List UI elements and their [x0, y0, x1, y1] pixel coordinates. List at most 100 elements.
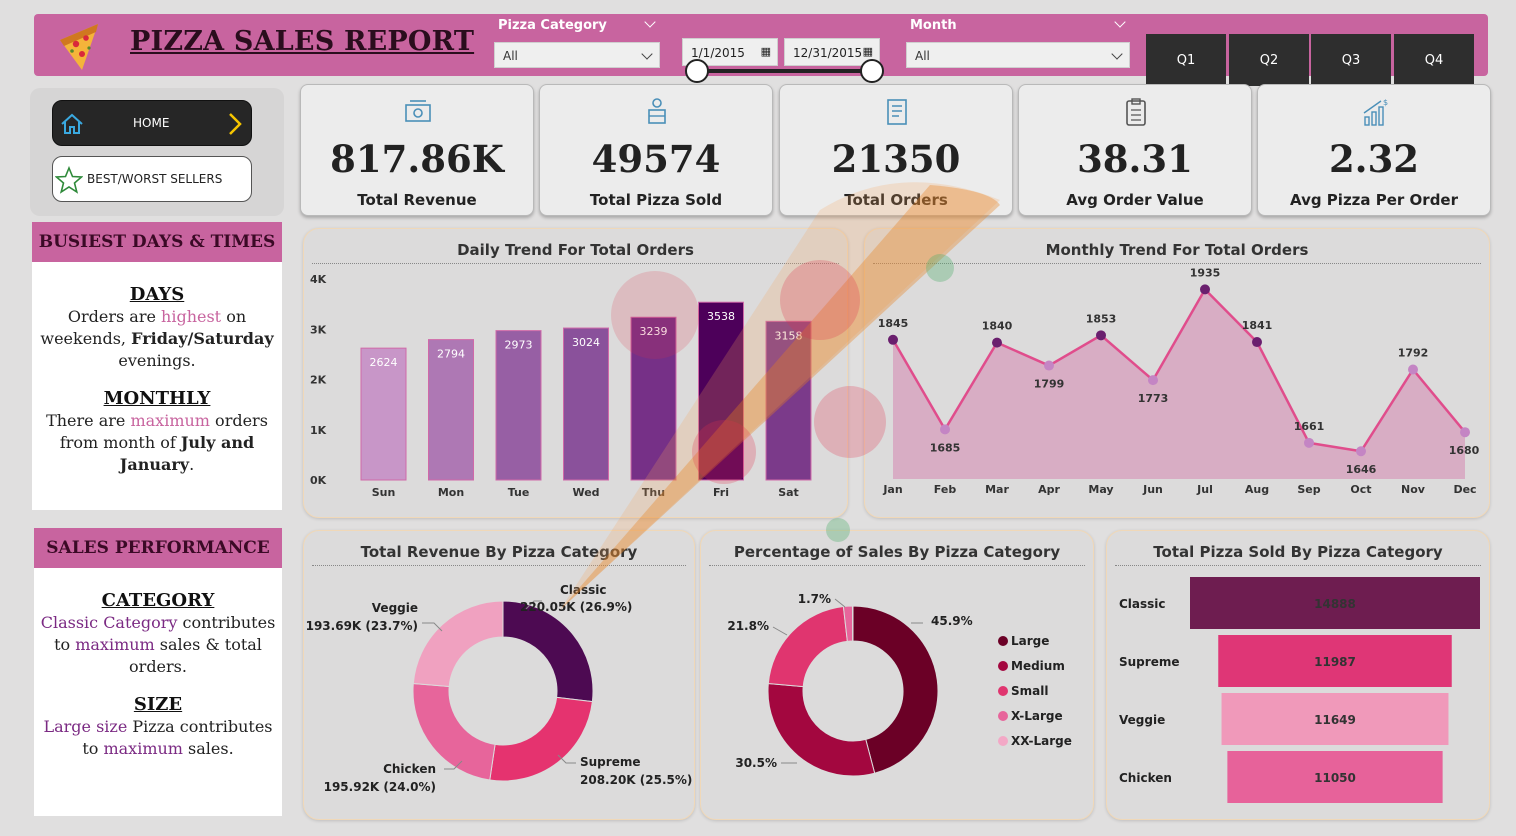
revenue-category-panel: Total Revenue By Pizza Category Classic 2… — [303, 530, 695, 820]
slice-value-label: 1.7% — [798, 592, 831, 606]
category-dropdown[interactable]: All — [494, 42, 660, 68]
dashboard: PIZZA SALES REPORT Pizza Category All 1/… — [0, 0, 1516, 836]
start-date-value: 1/1/2015 — [691, 46, 745, 60]
data-label: 2973 — [505, 339, 533, 352]
data-label: 2624 — [370, 356, 398, 369]
data-label: 1841 — [1242, 319, 1273, 332]
quarter-button-q4[interactable]: Q4 — [1394, 34, 1474, 86]
delivery-icon — [648, 98, 666, 124]
sales-performance-panel: SALES PERFORMANCE CATEGORY Classic Categ… — [34, 528, 282, 816]
x-tick-label: Tue — [508, 486, 530, 499]
monthly-subheading: MONTHLY — [103, 388, 211, 409]
monthly-text-part: There are — [46, 411, 131, 430]
monthly-trend-panel: Monthly Trend For Total Orders 1845 Jan 16… — [864, 228, 1490, 518]
donut-slice — [767, 605, 848, 688]
pizza-sold-category-panel: Total Pizza Sold By Pizza Category 14888… — [1106, 530, 1490, 820]
growth-chart-icon: $ — [1363, 98, 1388, 126]
category-highlight: Classic Category — [40, 613, 178, 632]
quarter-button-q2[interactable]: Q2 — [1229, 34, 1309, 86]
bar — [495, 330, 542, 481]
category-label: Chicken — [1119, 771, 1172, 785]
data-label: 1685 — [930, 441, 961, 454]
size-subheading: SIZE — [133, 694, 183, 715]
kpi-card-avg-pizza-per-order: $ 2.32 Avg Pizza Per Order — [1257, 84, 1491, 216]
leader-line — [772, 626, 788, 636]
home-button[interactable]: HOME — [52, 100, 252, 146]
home-button-label: HOME — [133, 116, 170, 130]
kpi-card-total-revenue: 817.86K Total Revenue — [300, 84, 534, 216]
month-label-chevron-icon — [1114, 16, 1126, 28]
x-tick-label: Jan — [882, 483, 902, 496]
quarter-button-q1[interactable]: Q1 — [1146, 34, 1226, 86]
slice-value-label: 208.20K (25.5%) — [580, 773, 692, 787]
kpi-label: Avg Order Value — [1066, 191, 1204, 209]
home-icon — [61, 113, 83, 134]
navigation-panel: HOME BEST/WORST SELLERS — [30, 88, 284, 216]
report-title: PIZZA SALES REPORT — [130, 26, 475, 57]
slice-value-label: 45.9% — [931, 614, 973, 628]
bar — [428, 339, 474, 481]
days-text: Orders are highest on weekends, Friday/S… — [38, 306, 276, 372]
slice-name-label: Chicken — [383, 762, 436, 776]
bar — [765, 320, 812, 481]
legend-label: Large — [1011, 634, 1049, 648]
x-tick-label: Oct — [1350, 483, 1371, 496]
data-label: 11050 — [1314, 771, 1356, 785]
x-tick-label: Fri — [713, 486, 729, 499]
x-tick-label: Sun — [372, 486, 396, 499]
monthly-text: There are maximum orders from month of J… — [38, 410, 276, 476]
data-label: 3158 — [775, 329, 803, 342]
data-label: 11987 — [1314, 655, 1356, 669]
kpi-value: 2.32 — [1328, 137, 1420, 181]
kpi-value: 817.86K — [330, 137, 504, 181]
donut-slice — [502, 600, 594, 703]
busiest-days-heading: BUSIEST DAYS & TIMES — [32, 222, 282, 262]
chevron-down-icon — [641, 48, 653, 60]
y-tick-label: 1K — [310, 424, 327, 437]
kpi-card-avg-order-value: 38.31 Avg Order Value — [1018, 84, 1252, 216]
days-text-part: Orders are — [67, 307, 162, 326]
date-range-end-handle[interactable] — [860, 59, 884, 83]
sales-percentage-donut-chart: 45.9% 30.5% 21.8% 1.7% Large Medium Small X-Lar… — [727, 592, 1072, 777]
best-worst-sellers-button[interactable]: BEST/WORST SELLERS — [52, 156, 252, 202]
data-label: 1773 — [1138, 392, 1169, 405]
data-point — [1252, 337, 1262, 348]
kpi-value: 49574 — [591, 137, 721, 181]
best-worst-button-label: BEST/WORST SELLERS — [87, 172, 223, 186]
svg-text:$: $ — [1383, 98, 1388, 107]
daily-trend-panel: Daily Trend For Total Orders 0K 1K 2K 3K 4K 2… — [303, 228, 848, 518]
size-highlight: maximum — [103, 739, 183, 758]
month-dropdown[interactable]: All — [906, 42, 1130, 68]
data-point — [992, 337, 1002, 348]
header-bar: PIZZA SALES REPORT Pizza Category All 1/… — [34, 14, 1488, 86]
data-label: 14888 — [1314, 597, 1356, 611]
x-tick-label: Dec — [1453, 483, 1476, 496]
days-text-part: evenings. — [118, 351, 196, 370]
sales-performance-body: CATEGORY Classic Category contributes to… — [34, 590, 282, 760]
clipboard-icon — [1126, 98, 1146, 126]
pizza-sold-funnel-chart: 14888 Classic 11987 Supreme 11649 Veggie 11050… — [1119, 577, 1480, 803]
calendar-icon: ▦ — [760, 45, 771, 58]
y-tick-label: 3K — [310, 323, 327, 336]
y-tick-label: 2K — [310, 374, 327, 387]
slice-value-label: 220.05K (26.9%) — [520, 600, 632, 614]
x-tick-label: Feb — [934, 483, 957, 496]
date-range-start-handle[interactable] — [685, 59, 709, 83]
x-tick-label: May — [1088, 483, 1113, 496]
days-bold: Friday/Saturday — [131, 329, 274, 348]
x-tick-label: Wed — [572, 486, 599, 499]
data-label: 1792 — [1398, 346, 1429, 359]
legend-label: X-Large — [1011, 709, 1063, 723]
y-tick-label: 4K — [310, 273, 327, 286]
legend-label: Medium — [1011, 659, 1065, 673]
star-icon — [55, 166, 83, 194]
legend-marker — [998, 636, 1008, 646]
data-point — [888, 334, 898, 345]
sales-percentage-panel: Percentage of Sales By Pizza Category 45… — [700, 530, 1094, 820]
quarter-button-q3[interactable]: Q3 — [1311, 34, 1391, 86]
donut-slice — [851, 605, 854, 642]
kpi-value: 21350 — [831, 137, 961, 181]
category-text: Classic Category contributes to maximum … — [40, 612, 276, 678]
chevron-right-icon — [229, 113, 242, 135]
donut-slice — [767, 682, 876, 777]
